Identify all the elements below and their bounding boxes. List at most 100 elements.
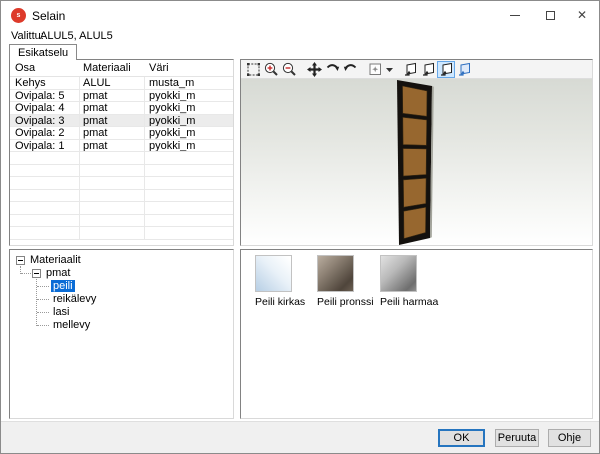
view-preset-3-icon <box>438 61 454 78</box>
materials-tree[interactable]: Materiaalit pmat peili reikälevy lasi me… <box>10 250 233 418</box>
tree-connector <box>37 299 49 300</box>
swatch-label: Peili harmaa <box>380 296 438 308</box>
tree-connector <box>21 273 31 274</box>
footer-bar: OK Peruuta Ohje <box>1 421 599 454</box>
materials-tree-panel: Materiaalit pmat peili reikälevy lasi me… <box>9 249 234 419</box>
view-preset-2-button[interactable] <box>419 61 437 78</box>
material-swatches-panel: Peili kirkas Peili pronssi Peili harmaa <box>240 249 593 419</box>
cell-materiaali: pmat <box>79 115 144 127</box>
swatch-peili-kirkas[interactable] <box>255 255 292 292</box>
table-row[interactable]: Kehys ALUL musta_m <box>10 77 233 90</box>
collapse-icon-pmat[interactable] <box>32 269 41 278</box>
cell-materiaali: pmat <box>79 140 144 152</box>
cell-osa: Ovipala: 2 <box>10 127 79 139</box>
cell-materiaali: ALUL <box>79 77 144 89</box>
titlebar[interactable]: s Selain ✕ <box>1 1 599 31</box>
parts-table-header: Osa Materiaali Väri <box>10 60 233 77</box>
table-row-empty <box>10 227 233 240</box>
maximize-icon <box>546 11 555 20</box>
display-mode-icon <box>367 61 383 78</box>
cell-vari: pyokki_m <box>144 140 233 152</box>
tree-connector <box>37 312 49 313</box>
cell-materiaali: pmat <box>79 102 144 114</box>
table-row-empty <box>10 190 233 203</box>
zoom-in-button[interactable] <box>262 61 280 78</box>
cell-osa: Ovipala: 5 <box>10 90 79 102</box>
pan-icon <box>306 61 322 78</box>
preview-toolbar <box>241 60 592 79</box>
display-mode-button[interactable] <box>366 61 384 78</box>
cell-materiaali: pmat <box>79 90 144 102</box>
app-icon: s <box>11 8 26 23</box>
door-preview <box>241 79 592 245</box>
rotate-cw-icon <box>324 61 340 78</box>
ok-button[interactable]: OK <box>438 429 485 447</box>
window-title: Selain <box>32 9 65 23</box>
rotate-ccw-button[interactable] <box>341 61 359 78</box>
preview-viewport[interactable] <box>241 79 592 245</box>
preview-panel <box>240 59 593 246</box>
column-header-osa: Osa <box>10 60 79 76</box>
cell-osa: Ovipala: 1 <box>10 140 79 152</box>
cell-vari: pyokki_m <box>144 90 233 102</box>
view-preset-1-button[interactable] <box>401 61 419 78</box>
view-preset-3-button[interactable] <box>437 61 455 78</box>
display-mode-dropdown[interactable] <box>384 61 394 78</box>
parts-table[interactable]: Osa Materiaali Väri Kehys ALUL musta_m O… <box>9 59 234 246</box>
fit-selection-icon <box>245 61 261 78</box>
column-header-materiaali: Materiaali <box>79 60 144 76</box>
swatch-label: Peili kirkas <box>255 296 305 308</box>
zoom-out-button[interactable] <box>280 61 298 78</box>
collapse-icon-root[interactable] <box>16 256 25 265</box>
close-button[interactable]: ✕ <box>565 1 599 29</box>
tree-item-label: peili <box>51 280 75 292</box>
table-row[interactable]: Ovipala: 2 pmat pyokki_m <box>10 127 233 140</box>
rotate-cw-button[interactable] <box>323 61 341 78</box>
tree-group-pmat[interactable]: pmat <box>46 267 70 280</box>
tree-item-mellevy[interactable]: mellevy <box>53 319 90 332</box>
cell-vari: musta_m <box>144 77 233 89</box>
cell-vari: pyokki_m <box>144 102 233 114</box>
cell-osa: Ovipala: 4 <box>10 102 79 114</box>
table-row-empty <box>10 215 233 228</box>
close-icon: ✕ <box>577 9 587 21</box>
zoom-out-icon <box>281 61 297 78</box>
column-header-vari: Väri <box>144 60 233 76</box>
table-row-selected[interactable]: Ovipala: 3 pmat pyokki_m <box>10 115 233 128</box>
view-preset-1-icon <box>402 61 418 78</box>
swatch-peili-pronssi[interactable] <box>317 255 354 292</box>
help-button[interactable]: Ohje <box>548 429 591 447</box>
selain-dialog: s Selain ✕ Valittu: ALUL5, ALUL5 Esikats… <box>0 0 600 454</box>
tab-esikatselu[interactable]: Esikatselu <box>9 44 77 60</box>
swatch-peili-harmaa[interactable] <box>380 255 417 292</box>
selected-value: ALUL5, ALUL5 <box>40 30 113 42</box>
table-row-empty <box>10 177 233 190</box>
tree-connector <box>37 286 49 287</box>
column-separator <box>79 77 80 240</box>
table-row[interactable]: Ovipala: 1 pmat pyokki_m <box>10 140 233 153</box>
tree-item-peili[interactable]: peili <box>51 280 75 293</box>
cancel-button[interactable]: Peruuta <box>495 429 539 447</box>
minimize-button[interactable] <box>498 1 532 29</box>
rotate-ccw-icon <box>342 61 358 78</box>
table-row-empty <box>10 152 233 165</box>
cell-osa: Kehys <box>10 77 79 89</box>
dropdown-arrow-icon <box>385 61 393 78</box>
table-row[interactable]: Ovipala: 4 pmat pyokki_m <box>10 102 233 115</box>
tree-root-materiaalit[interactable]: Materiaalit <box>30 254 81 267</box>
view-preset-4-icon <box>456 61 472 78</box>
maximize-button[interactable] <box>533 1 567 29</box>
selected-label: Valittu: <box>11 30 44 42</box>
fit-selection-button[interactable] <box>244 61 262 78</box>
view-preset-2-icon <box>420 61 436 78</box>
pan-button[interactable] <box>305 61 323 78</box>
column-separator <box>144 77 145 240</box>
table-row[interactable]: Ovipala: 5 pmat pyokki_m <box>10 90 233 103</box>
tree-item-reikalevy[interactable]: reikälevy <box>53 293 96 306</box>
view-preset-4-button[interactable] <box>455 61 473 78</box>
tree-connector <box>37 325 49 326</box>
table-row-empty <box>10 165 233 178</box>
tree-item-lasi[interactable]: lasi <box>53 306 70 319</box>
cell-materiaali: pmat <box>79 127 144 139</box>
cell-osa: Ovipala: 3 <box>10 115 79 127</box>
